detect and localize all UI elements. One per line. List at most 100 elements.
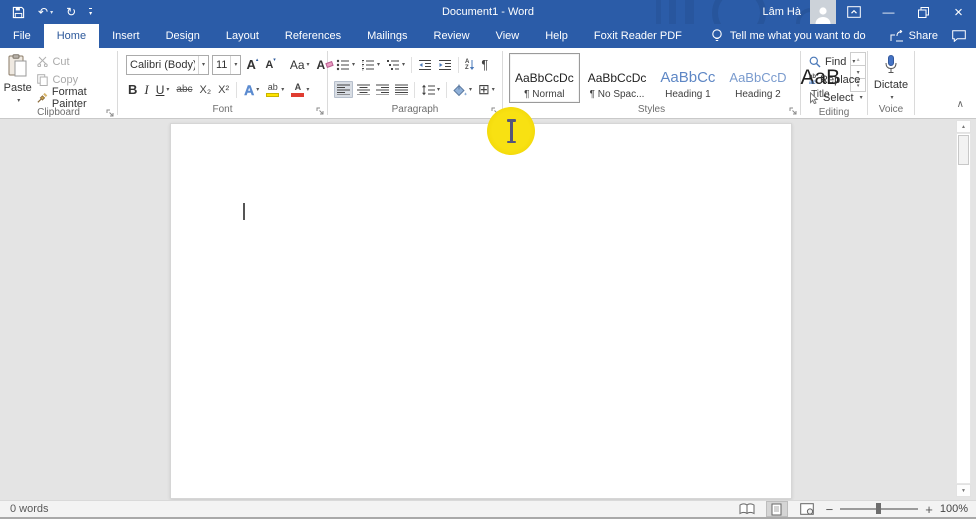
multilevel-list-icon — [386, 59, 400, 71]
tab-references[interactable]: References — [272, 24, 354, 48]
tab-layout[interactable]: Layout — [213, 24, 272, 48]
grow-font-button[interactable]: A▴ — [244, 57, 260, 72]
minimize-button[interactable]: — — [871, 0, 906, 24]
italic-button[interactable]: I — [142, 82, 150, 98]
tab-design[interactable]: Design — [153, 24, 213, 48]
status-bar: 0 words − + 100% — [0, 500, 976, 517]
numbering-button[interactable]: ▾ — [359, 57, 382, 73]
comments-button[interactable] — [952, 30, 966, 42]
font-color-button[interactable]: A ▾ — [289, 83, 311, 97]
tab-review[interactable]: Review — [421, 24, 483, 48]
font-dialog-launcher[interactable] — [316, 107, 324, 115]
redo-button[interactable]: ↻ — [66, 5, 76, 19]
increase-indent-icon — [438, 59, 452, 71]
web-layout-button[interactable] — [796, 501, 818, 517]
user-name[interactable]: Lâm Hà — [762, 6, 801, 18]
style-no-spacing[interactable]: AaBbCcDc ¶ No Spac... — [582, 53, 653, 103]
bold-button[interactable]: B — [126, 82, 139, 97]
bullets-button[interactable]: ▾ — [334, 57, 357, 73]
close-button[interactable]: × — [941, 0, 976, 24]
line-spacing-button[interactable]: ▾ — [419, 82, 442, 98]
superscript-button[interactable]: X² — [216, 84, 231, 96]
style-heading-1[interactable]: AaBbCc Heading 1 — [654, 53, 721, 103]
group-label-editing: Editing — [819, 107, 850, 118]
zoom-slider-handle[interactable] — [876, 503, 881, 514]
show-formatting-marks-button[interactable]: ¶ — [479, 55, 490, 74]
tab-help[interactable]: Help — [532, 24, 581, 48]
paste-icon — [8, 54, 28, 78]
cut-button[interactable]: Cut — [37, 53, 115, 70]
scroll-up-button[interactable]: ▲ — [956, 120, 971, 133]
zoom-slider[interactable] — [840, 508, 918, 510]
ribbon: Paste ▾ Cut Copy Format Painter — [0, 48, 976, 119]
line-spacing-icon — [421, 84, 435, 96]
tab-mailings[interactable]: Mailings — [354, 24, 420, 48]
replace-button[interactable]: abac Replace — [809, 71, 863, 88]
search-icon — [809, 56, 821, 68]
tab-foxit-reader-pdf[interactable]: Foxit Reader PDF — [581, 24, 695, 48]
word-count[interactable]: 0 words — [10, 503, 49, 515]
zoom-level[interactable]: 100% — [940, 503, 968, 515]
tab-insert[interactable]: Insert — [99, 24, 153, 48]
editing-group: Find▾ abac Replace Select▾ Editing — [801, 48, 867, 118]
sort-button[interactable]: AZ — [463, 57, 477, 73]
align-left-button[interactable] — [334, 81, 353, 98]
text-caret — [243, 203, 245, 220]
align-center-button[interactable] — [355, 82, 372, 97]
underline-button[interactable]: U▾ — [154, 83, 172, 97]
align-right-button[interactable] — [374, 82, 391, 97]
zoom-in-button[interactable]: + — [925, 502, 933, 517]
read-mode-button[interactable] — [736, 501, 758, 517]
collapse-ribbon-button[interactable]: ∧ — [957, 99, 964, 110]
print-layout-button[interactable] — [766, 501, 788, 517]
justify-button[interactable] — [393, 82, 410, 97]
group-label-clipboard: Clipboard — [37, 107, 80, 118]
text-highlight-color-button[interactable]: ab ▾ — [264, 83, 286, 97]
dictate-button[interactable]: Dictate ▾ — [870, 51, 912, 103]
restore-button[interactable] — [906, 0, 941, 24]
highlight-color-swatch — [266, 93, 279, 97]
avatar[interactable] — [810, 0, 836, 24]
share-button[interactable]: Share — [890, 30, 938, 42]
style-normal[interactable]: AaBbCcDc ¶ Normal — [509, 53, 580, 103]
multilevel-list-button[interactable]: ▾ — [384, 57, 407, 73]
select-button[interactable]: Select▾ — [809, 89, 863, 106]
tell-me-box[interactable]: Tell me what you want to do — [711, 24, 866, 48]
font-size-combobox[interactable]: 11▾ — [212, 55, 241, 75]
font-family-combobox[interactable]: Calibri (Body)▾ — [126, 55, 209, 75]
zoom-out-button[interactable]: − — [826, 502, 834, 517]
vertical-scrollbar[interactable]: ▲ ▼ — [956, 120, 971, 497]
find-button[interactable]: Find▾ — [809, 53, 863, 70]
paragraph-group: ▾ ▾ ▾ AZ ¶ — [328, 48, 502, 118]
change-case-button[interactable]: Aa▾ — [288, 58, 312, 72]
paste-button[interactable]: Paste ▾ — [2, 51, 33, 106]
text-effects-button[interactable]: A▾ — [242, 82, 261, 98]
style-heading-2[interactable]: AaBbCcD Heading 2 — [723, 53, 792, 103]
tab-view[interactable]: View — [483, 24, 533, 48]
strikethrough-button[interactable]: abc — [174, 84, 194, 95]
scrollbar-thumb[interactable] — [958, 135, 969, 165]
format-painter-button[interactable]: Format Painter — [37, 89, 115, 106]
borders-button[interactable]: ⊞▾ — [476, 79, 497, 100]
undo-button[interactable]: ↶▾ — [38, 5, 53, 19]
subscript-button[interactable]: X₂ — [198, 84, 214, 96]
paint-bucket-icon — [453, 84, 467, 96]
tab-file[interactable]: File — [0, 24, 44, 48]
styles-dialog-launcher[interactable] — [789, 107, 797, 115]
increase-indent-button[interactable] — [436, 57, 454, 73]
group-label-paragraph: Paragraph — [392, 104, 439, 115]
customize-qat-button[interactable]: ▾ — [89, 8, 92, 17]
document-page[interactable] — [170, 123, 792, 499]
restore-icon — [918, 7, 929, 18]
shading-button[interactable]: ▾ — [451, 82, 474, 98]
clipboard-dialog-launcher[interactable] — [106, 109, 114, 117]
scrollbar-track[interactable] — [956, 133, 971, 484]
save-button[interactable] — [12, 6, 25, 19]
shrink-font-button[interactable]: A▾ — [263, 59, 277, 71]
scroll-down-button[interactable]: ▼ — [956, 484, 971, 497]
ribbon-display-options-button[interactable] — [836, 0, 871, 24]
tab-home[interactable]: Home — [44, 24, 99, 48]
decrease-indent-button[interactable] — [416, 57, 434, 73]
click-indicator — [487, 107, 535, 155]
document-workspace: ▲ ▼ — [0, 120, 976, 500]
